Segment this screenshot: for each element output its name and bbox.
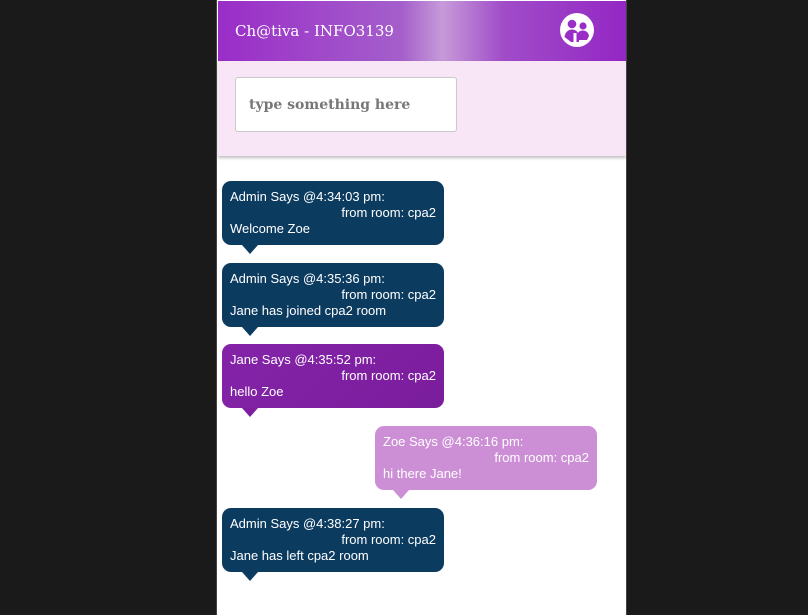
chat-app: Ch@tiva - INFO3139 Admin Says @4:34:03 p… (216, 0, 627, 615)
message-room: from room: cpa2 (341, 532, 436, 547)
message-bubble: Admin Says @4:34:03 pm: from room: cpa2 We… (222, 181, 444, 254)
message-text: hello Zoe (230, 384, 284, 399)
message-header: Admin Says @4:38:27 pm: (230, 516, 385, 531)
message-room: from room: cpa2 (341, 368, 436, 383)
message-bubble: Admin Says @4:35:36 pm: from room: cpa2 Ja… (222, 263, 444, 336)
message-room: from room: cpa2 (494, 450, 589, 465)
message-bubble: Admin Says @4:38:27 pm: from room: cpa2 Ja… (222, 508, 444, 581)
message-header: Zoe Says @4:36:16 pm: (383, 434, 524, 449)
message-room: from room: cpa2 (341, 287, 436, 302)
composer-panel (218, 61, 626, 156)
message-bubble: Jane Says @4:35:52 pm: from room: cpa2 hel… (222, 344, 444, 417)
message-text: Welcome Zoe (230, 221, 310, 236)
message-bubble: Zoe Says @4:36:16 pm: from room: cpa2 hi t… (375, 426, 597, 499)
people-icon[interactable] (560, 13, 594, 47)
app-title: Ch@tiva - INFO3139 (235, 22, 394, 40)
message-text: hi there Jane! (383, 466, 462, 481)
message-header: Admin Says @4:35:36 pm: (230, 271, 385, 286)
app-bar: Ch@tiva - INFO3139 (218, 1, 626, 61)
message-text: Jane has left cpa2 room (230, 548, 369, 563)
message-input[interactable] (235, 77, 457, 132)
message-header: Jane Says @4:35:52 pm: (230, 352, 377, 367)
message-header: Admin Says @4:34:03 pm: (230, 189, 385, 204)
message-text: Jane has joined cpa2 room (230, 303, 387, 318)
message-room: from room: cpa2 (341, 205, 436, 220)
